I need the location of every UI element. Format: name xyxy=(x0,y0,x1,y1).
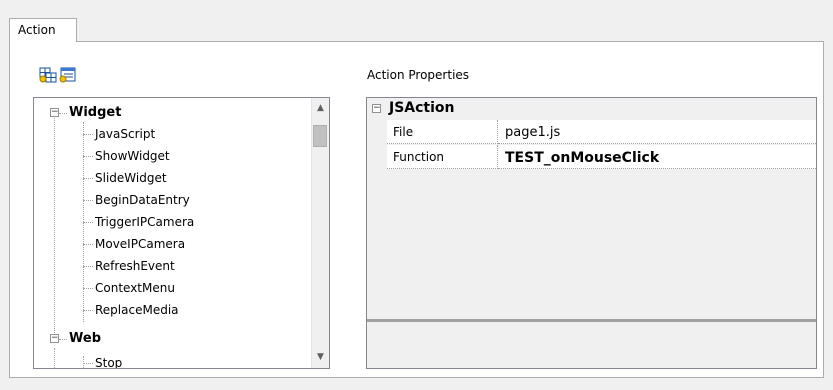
tree-connector xyxy=(83,244,93,245)
add-node-icon[interactable] xyxy=(39,67,57,83)
tab-action-label: Action xyxy=(18,23,56,37)
description-pane xyxy=(367,322,816,368)
tree-item-triggeripcamera[interactable]: TriggerIPCamera xyxy=(34,213,304,231)
tree-connector xyxy=(83,178,93,179)
tree-connector xyxy=(83,266,93,267)
tree-item-label: MoveIPCamera xyxy=(95,237,186,251)
grid-empty-area xyxy=(387,170,816,320)
tree-connector xyxy=(83,310,93,311)
tree-item-label: BeginDataEntry xyxy=(95,193,190,207)
scroll-up-icon[interactable]: ▲ xyxy=(312,100,329,117)
grid-row-file[interactable]: File page1.js xyxy=(367,120,816,145)
tree-item-moveipcamera[interactable]: MoveIPCamera xyxy=(34,235,304,253)
grid-row-value[interactable]: page1.js xyxy=(498,120,816,144)
tree-connector xyxy=(59,339,67,340)
tree-item-contextmenu[interactable]: ContextMenu xyxy=(34,279,304,297)
tree-group-label: Web xyxy=(69,331,101,346)
tree-scrollbar[interactable]: ▲ ▼ xyxy=(311,98,329,368)
scroll-down-icon[interactable]: ▼ xyxy=(312,349,329,366)
tree-group-widget[interactable]: − Widget xyxy=(34,104,304,122)
collapse-icon[interactable]: − xyxy=(372,104,381,113)
tab-action[interactable]: Action xyxy=(9,18,77,42)
tree-connector xyxy=(83,200,93,201)
property-grid[interactable]: − JSAction File page1.js Function TEST_o… xyxy=(366,97,817,369)
tree-item-begindataentry[interactable]: BeginDataEntry xyxy=(34,191,304,209)
tree-item-label: ShowWidget xyxy=(95,149,170,163)
tree-connector xyxy=(83,363,93,364)
tree-item-showwidget[interactable]: ShowWidget xyxy=(34,147,304,165)
tree-item-refreshevent[interactable]: RefreshEvent xyxy=(34,257,304,275)
tree-connector xyxy=(59,113,67,114)
grid-row-name: File xyxy=(387,120,498,144)
grid-row-name: Function xyxy=(387,145,498,169)
tree-item-label: TriggerIPCamera xyxy=(95,215,195,229)
tree-group-web[interactable]: − Web xyxy=(34,330,304,348)
tree-item-label: Stop xyxy=(95,356,123,369)
tree-item-replacemedia[interactable]: ReplaceMedia xyxy=(34,301,304,319)
scrollbar-thumb[interactable] xyxy=(313,125,327,147)
tree-connector xyxy=(83,134,93,135)
tree-connector xyxy=(83,222,93,223)
tab-strip: Action xyxy=(0,0,833,42)
tree-item-label: RefreshEvent xyxy=(95,259,175,273)
grid-category-label: JSAction xyxy=(389,100,455,116)
tree-item-label: ContextMenu xyxy=(95,281,175,295)
tree-item-label: ReplaceMedia xyxy=(95,303,179,317)
tree-item-stop[interactable]: Stop xyxy=(34,354,304,369)
edit-node-icon[interactable] xyxy=(59,67,77,83)
grid-category-jsaction[interactable]: − JSAction xyxy=(367,98,816,120)
tree-group-label: Widget xyxy=(69,105,122,120)
grid-row-function[interactable]: Function TEST_onMouseClick xyxy=(367,145,816,170)
tree-item-slidewidget[interactable]: SlideWidget xyxy=(34,169,304,187)
tree-item-javascript[interactable]: JavaScript xyxy=(34,125,304,143)
action-tree[interactable]: − Widget JavaScript ShowWidget SlideWidg… xyxy=(33,97,330,369)
tree-item-label: SlideWidget xyxy=(95,171,167,185)
collapse-icon[interactable]: − xyxy=(50,334,59,343)
tree-connector xyxy=(83,288,93,289)
grid-row-value[interactable]: TEST_onMouseClick xyxy=(498,145,816,169)
collapse-icon[interactable]: − xyxy=(50,108,59,117)
tree-connector xyxy=(83,156,93,157)
action-properties-label: Action Properties xyxy=(367,68,470,82)
tree-item-label: JavaScript xyxy=(95,127,156,141)
